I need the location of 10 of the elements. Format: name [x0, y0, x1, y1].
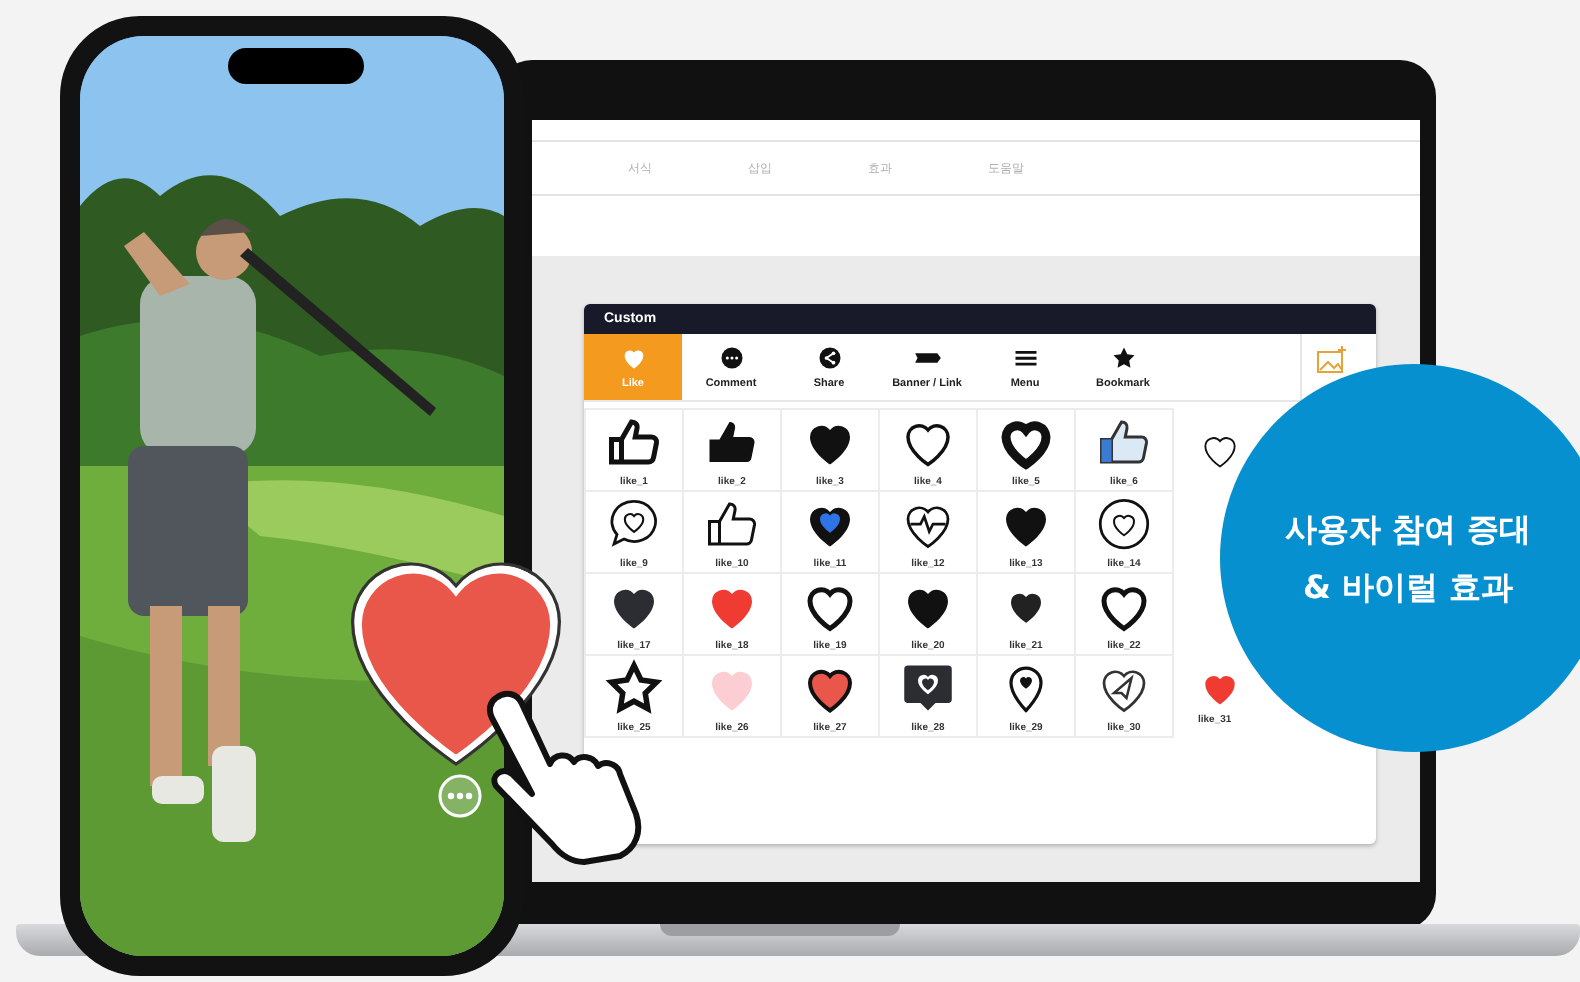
- promo-text: 사용자 참여 증대 & 바이럴 효과: [1284, 508, 1532, 610]
- share-icon: [815, 344, 843, 372]
- more-icon: [436, 772, 484, 820]
- star-icon: [1109, 344, 1137, 372]
- star-icon: [604, 658, 664, 718]
- heart-icon: [619, 344, 647, 372]
- camera-notch: [228, 48, 364, 84]
- image-icon[interactable]: [1315, 346, 1347, 374]
- heart-circle-icon: [1094, 494, 1154, 554]
- comment-icon: [717, 344, 745, 372]
